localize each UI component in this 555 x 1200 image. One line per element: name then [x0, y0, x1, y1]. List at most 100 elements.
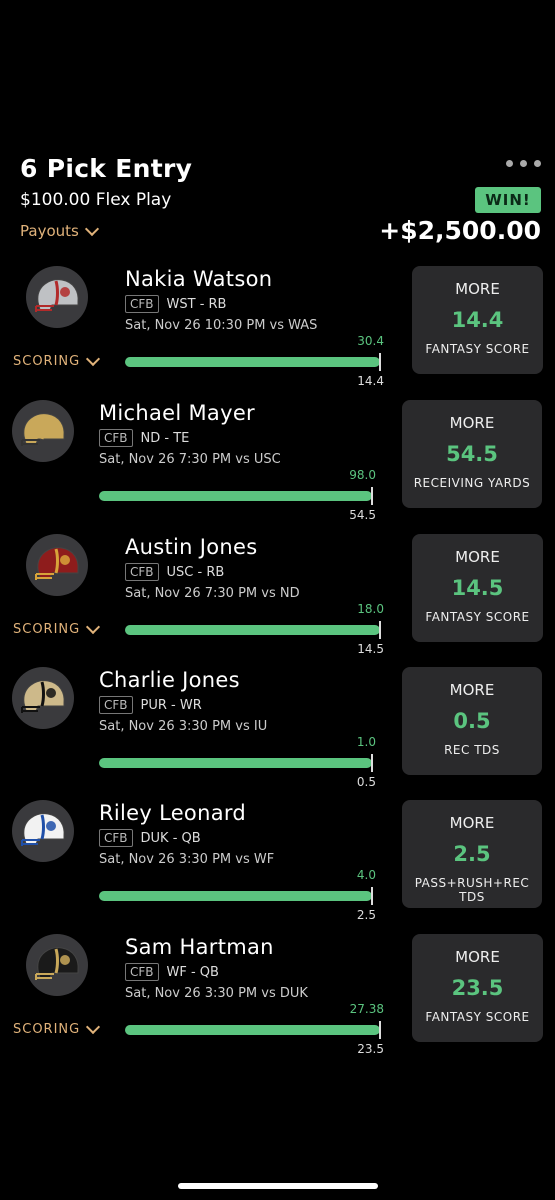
helmet-icon: [12, 800, 74, 862]
game-time: Sat, Nov 26 3:30 PM vs DUK: [125, 986, 308, 1001]
projection-card[interactable]: MORE 14.5 FANTASY SCORE: [412, 534, 543, 642]
player-meta: CFB PUR - WR: [99, 696, 202, 714]
league-tag: CFB: [99, 696, 133, 714]
pick-row[interactable]: Sam Hartman CFB WF - QB Sat, Nov 26 3:30…: [0, 930, 555, 1060]
pick-direction: MORE: [455, 280, 500, 298]
actual-stat: 18.0: [357, 602, 384, 616]
progress-bar: [99, 758, 372, 768]
line-marker: [371, 887, 373, 905]
player-name: Michael Mayer: [99, 401, 255, 425]
scoring-toggle[interactable]: SCORING: [13, 619, 101, 637]
chevron-down-icon: [84, 221, 99, 236]
stat-type: FANTASY SCORE: [425, 1010, 530, 1024]
scoring-label: SCORING: [13, 354, 81, 369]
game-time: Sat, Nov 26 3:30 PM vs WF: [99, 852, 275, 867]
progress-bar: [125, 357, 380, 367]
pick-direction: MORE: [455, 948, 500, 966]
player-name: Charlie Jones: [99, 668, 240, 692]
projection-line: 54.5: [446, 442, 498, 466]
game-time: Sat, Nov 26 7:30 PM vs USC: [99, 452, 281, 467]
projection-line: 2.5: [453, 842, 491, 866]
line-value: 23.5: [357, 1042, 384, 1056]
projection-card[interactable]: MORE 23.5 FANTASY SCORE: [412, 934, 543, 1042]
projection-card[interactable]: MORE 2.5 PASS+RUSH+REC TDS: [402, 800, 542, 908]
scoring-toggle[interactable]: SCORING: [13, 351, 101, 369]
player-name: Austin Jones: [125, 535, 258, 559]
actual-stat: 4.0: [356, 868, 376, 882]
helmet-icon: [26, 534, 88, 596]
stat-type: RECEIVING YARDS: [413, 476, 531, 490]
helmet-icon: [12, 667, 74, 729]
player-meta: CFB ND - TE: [99, 429, 189, 447]
progress-bar: [125, 625, 380, 635]
pick-direction: MORE: [449, 414, 495, 432]
payouts-toggle[interactable]: Payouts: [20, 221, 99, 240]
payouts-label: Payouts: [20, 222, 79, 240]
pick-row[interactable]: Michael Mayer CFB ND - TE Sat, Nov 26 7:…: [0, 396, 555, 526]
chevron-down-icon: [86, 1019, 101, 1035]
actual-stat: 30.4: [357, 334, 384, 348]
pick-direction: MORE: [449, 814, 495, 832]
stat-type: FANTASY SCORE: [425, 342, 530, 356]
game-time: Sat, Nov 26 3:30 PM vs IU: [99, 719, 268, 734]
team-position: DUK - QB: [140, 830, 201, 846]
team-position: WST - RB: [166, 296, 227, 312]
team-position: ND - TE: [140, 430, 190, 446]
scoring-label: SCORING: [13, 622, 81, 637]
pick-direction: MORE: [449, 681, 495, 699]
line-marker: [379, 621, 381, 639]
game-time: Sat, Nov 26 10:30 PM vs WAS: [125, 318, 318, 333]
player-meta: CFB USC - RB: [125, 563, 224, 581]
actual-stat: 27.38: [349, 1002, 384, 1016]
projection-card[interactable]: MORE 14.4 FANTASY SCORE: [412, 266, 543, 374]
payout-amount: +$2,500.00: [379, 216, 541, 245]
stat-type: FANTASY SCORE: [425, 610, 530, 624]
helmet-icon: [26, 266, 88, 328]
line-value: 14.5: [357, 642, 384, 656]
entry-type: $100.00 Flex Play: [20, 190, 172, 210]
league-tag: CFB: [99, 829, 133, 847]
player-meta: CFB WF - QB: [125, 963, 219, 981]
scoring-toggle[interactable]: SCORING: [13, 1019, 101, 1037]
player-name: Nakia Watson: [125, 267, 273, 291]
player-name: Riley Leonard: [99, 801, 247, 825]
line-marker: [379, 353, 381, 371]
line-marker: [379, 1021, 381, 1039]
player-meta: CFB WST - RB: [125, 295, 226, 313]
projection-line: 0.5: [453, 709, 491, 733]
chevron-down-icon: [86, 351, 101, 367]
player-name: Sam Hartman: [125, 935, 274, 959]
line-value: 54.5: [349, 508, 376, 522]
pick-row[interactable]: Riley Leonard CFB DUK - QB Sat, Nov 26 3…: [0, 796, 555, 926]
pick-row[interactable]: Charlie Jones CFB PUR - WR Sat, Nov 26 3…: [0, 663, 555, 793]
actual-stat: 1.0: [356, 735, 376, 749]
helmet-icon: [26, 934, 88, 996]
pick-row[interactable]: Austin Jones CFB USC - RB Sat, Nov 26 7:…: [0, 530, 555, 660]
progress-bar: [99, 491, 372, 501]
projection-line: 14.5: [451, 576, 504, 600]
chevron-down-icon: [86, 619, 101, 635]
projection-card[interactable]: MORE 54.5 RECEIVING YARDS: [402, 400, 542, 508]
team-position: USC - RB: [166, 564, 225, 580]
league-tag: CFB: [99, 429, 133, 447]
progress-bar: [99, 891, 372, 901]
line-marker: [371, 754, 373, 772]
league-tag: CFB: [125, 295, 159, 313]
page-title: 6 Pick Entry: [20, 154, 193, 183]
line-value: 14.4: [357, 374, 384, 388]
more-options-icon[interactable]: [506, 160, 541, 167]
line-value: 2.5: [356, 908, 376, 922]
stat-type: PASS+RUSH+REC TDS: [414, 876, 530, 904]
stat-type: REC TDS: [444, 743, 500, 757]
pick-row[interactable]: Nakia Watson CFB WST - RB Sat, Nov 26 10…: [0, 262, 555, 392]
result-badge: WIN!: [475, 187, 541, 213]
progress-bar: [125, 1025, 380, 1035]
league-tag: CFB: [125, 563, 159, 581]
team-position: PUR - WR: [140, 697, 202, 713]
home-indicator[interactable]: [178, 1183, 378, 1189]
team-position: WF - QB: [166, 964, 219, 980]
actual-stat: 98.0: [349, 468, 376, 482]
line-marker: [371, 487, 373, 505]
line-value: 0.5: [356, 775, 376, 789]
projection-card[interactable]: MORE 0.5 REC TDS: [402, 667, 542, 775]
